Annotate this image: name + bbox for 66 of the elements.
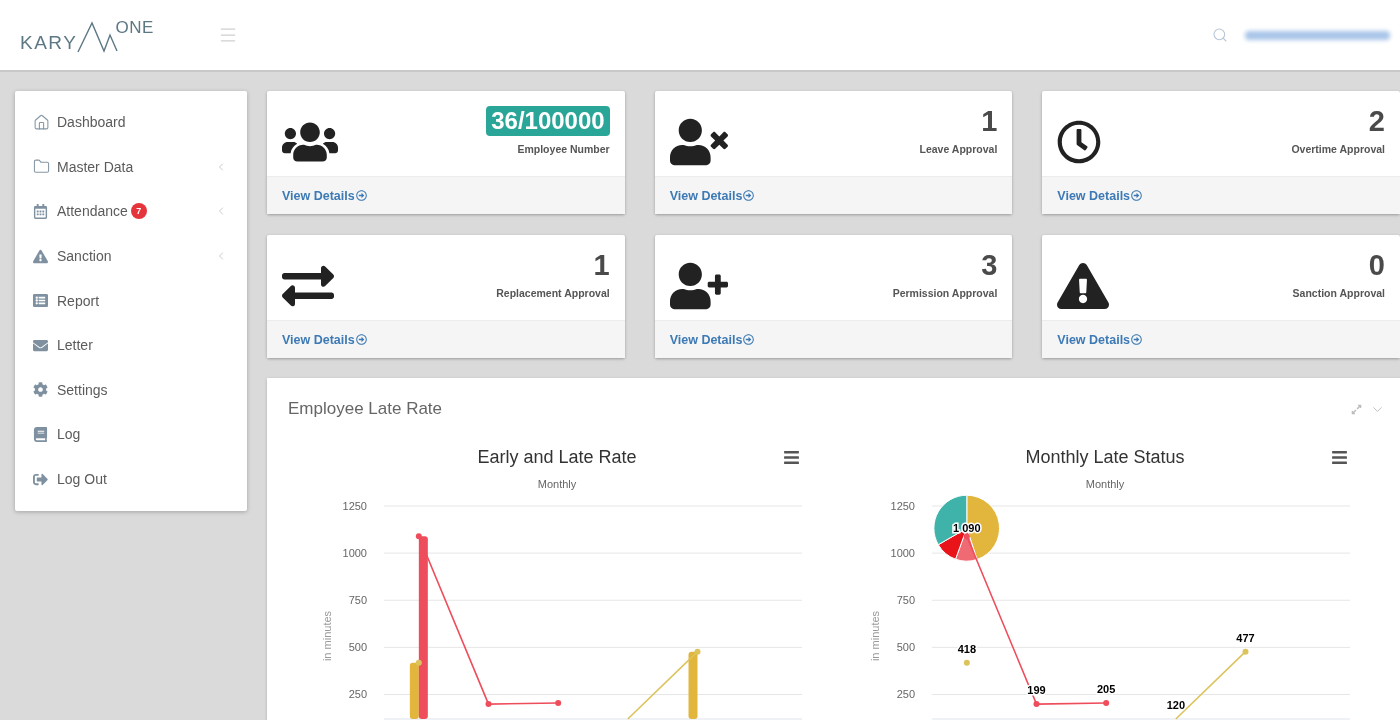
search-icon[interactable] [1212,27,1228,43]
stat-label: Replacement Approval [496,287,610,299]
view-details-link[interactable]: View Details [282,332,367,347]
warning-icon [1057,260,1110,312]
sidebar-link[interactable]: Letter [57,337,93,354]
stat-value: 1 [593,250,610,280]
axis-tick-label: 250 [896,688,915,701]
envelope-icon [33,337,48,353]
logo-text: KARY [20,33,78,53]
menu-icon[interactable] [1331,448,1348,466]
axis-tick-label: 750 [348,594,367,607]
chart-subtitle: Monthly [536,477,578,491]
warning-icon [33,248,48,264]
sidebar-link[interactable]: Dashboard [57,114,126,131]
sidebar-link[interactable]: Master Data [57,158,134,175]
axis-tick-label: 1000 [890,547,915,560]
stat-value: 1 [981,106,998,136]
stat-value: 0 [1368,250,1385,280]
view-details-link[interactable]: View Details [1057,332,1143,347]
sidebar-link[interactable]: Sanction [57,248,112,265]
stat-value: 2 [1368,106,1385,136]
axis-tick-label: 1250 [890,500,915,512]
view-details-link[interactable]: View Details [669,332,755,347]
home-icon [33,113,50,131]
axis-tick-label: 250 [348,688,367,701]
logo-text: ONE [115,19,154,37]
book-icon [33,426,48,442]
sidebar-link[interactable]: Log [57,426,81,443]
data-label: 120 [1166,699,1185,711]
stat-label: Sanction Approval [1292,287,1385,299]
data-label: 205 [1097,683,1116,695]
data-label: 477 [1236,631,1255,644]
logout-icon [33,471,48,487]
notification-badge: 7 [130,203,147,220]
stat-label: Permission Approval [892,287,998,299]
folder-icon [33,158,50,176]
clock-icon [1057,120,1102,164]
menu-icon[interactable] [783,448,800,466]
stat-label: Leave Approval [919,143,998,155]
axis-title: in minutes [321,610,333,662]
chart-title: Early and Late Rate [477,446,637,468]
count-badge: 36/100000 [486,106,610,136]
stat-label: Employee Number [517,143,610,155]
axis-tick-label: 1250 [342,500,367,512]
chart-subtitle: Monthly [1084,477,1126,491]
expand-icon[interactable] [1351,403,1362,415]
sidebar-link[interactable]: Log Out [57,471,107,488]
axis-title: in minutes [869,610,881,662]
axis-tick-label: 500 [896,641,915,654]
sidebar-link[interactable]: Settings [57,381,108,398]
list-icon [33,293,48,309]
axis-tick-label: 500 [348,641,367,654]
data-label: 418 [957,642,976,655]
view-details-link[interactable]: View Details [1057,188,1143,203]
axis-tick-label: 750 [896,594,915,607]
sidebar-link[interactable]: Attendance [57,203,128,220]
gear-icon [33,382,48,398]
sidebar-link[interactable]: Report [57,292,100,309]
calendar-icon [33,204,48,219]
panel-title: Employee Late Rate [288,399,443,419]
axis-tick-label: 1000 [342,547,367,560]
view-details-link[interactable]: View Details [669,188,755,203]
view-details-link[interactable]: View Details [282,188,367,203]
stat-value: 3 [981,250,998,280]
stat-label: Overtime Approval [1291,143,1385,155]
chart-title: Monthly Late Status [1025,446,1185,468]
